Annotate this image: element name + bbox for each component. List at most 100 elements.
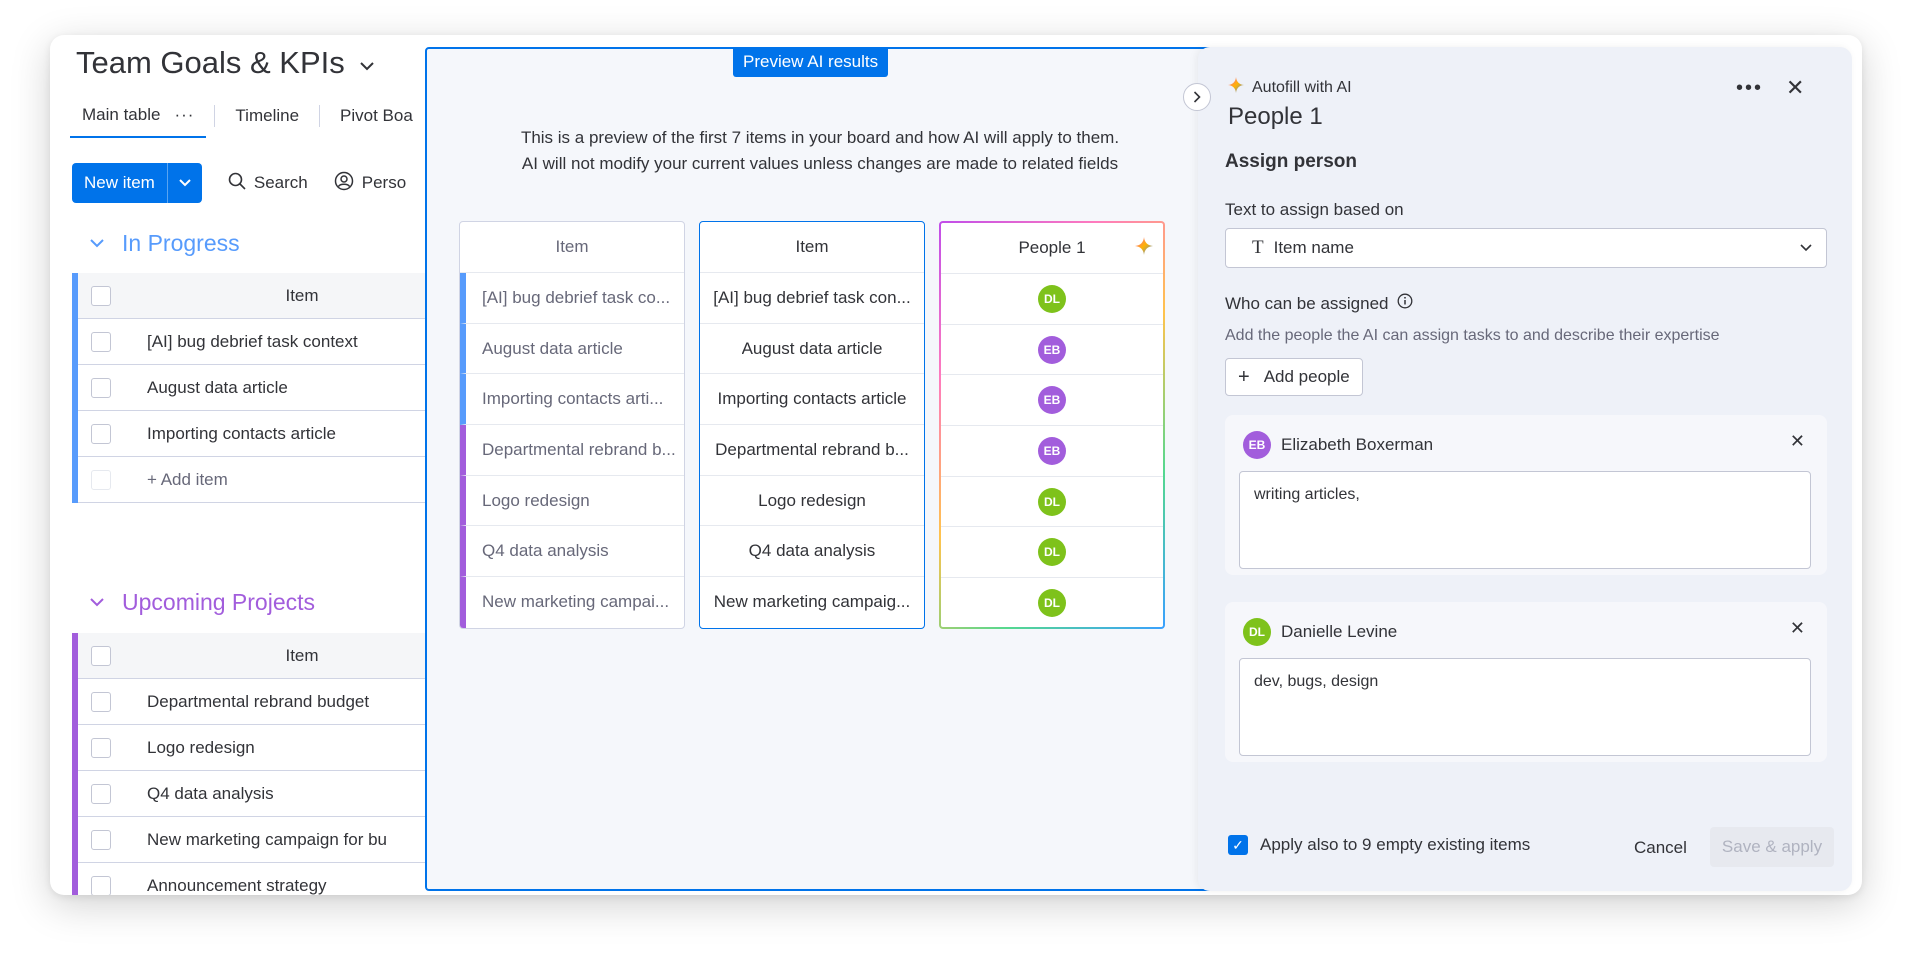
view-tabs: Main table ··· Timeline Pivot Boa [70,94,425,138]
preview-cell-text: [AI] bug debrief task con... [713,287,911,307]
row-checkbox[interactable] [91,737,111,758]
preview-cell-text: Importing contacts arti... [482,389,664,409]
row-checkbox[interactable] [91,423,111,444]
group-title: Upcoming Projects [122,589,316,615]
group-header-upcoming-projects[interactable]: Upcoming Projects [90,589,315,616]
preview-column-people: People 1 DL EB EB EB DL DL DL [939,221,1165,629]
chevron-down-icon[interactable] [90,594,104,611]
avatar: DL [1038,589,1066,618]
tab-pivot-board[interactable]: Pivot Boa [328,95,425,137]
select-all-checkbox[interactable] [91,285,111,306]
ai-sparkle-icon [1228,77,1244,98]
row-checkbox[interactable] [91,331,111,352]
person-card-header: EB Elizabeth Boxerman [1243,431,1433,459]
preview-column-header: People 1 [941,223,1163,274]
row-checkbox[interactable] [91,691,111,712]
avatar: EB [1038,335,1066,364]
preview-cell-text: Q4 data analysis [748,541,876,561]
board-title-text: Team Goals & KPIs [76,45,345,80]
row-checkbox[interactable] [91,875,111,895]
row-checkbox[interactable] [91,829,111,850]
person-filter-button[interactable]: Perso [334,171,406,196]
more-options-icon[interactable]: ••• [1736,77,1763,100]
tab-timeline[interactable]: Timeline [223,95,311,137]
preview-column-header: Item [700,222,924,273]
row-checkbox[interactable] [91,377,111,398]
text-to-assign-label-text: Text to assign based on [1225,200,1404,219]
ai-sparkle-icon [1135,237,1153,260]
item-name[interactable]: New marketing campaign for bu [147,830,387,850]
person-label: Perso [361,173,407,192]
search-button[interactable]: Search [228,172,308,195]
remove-person-icon[interactable]: ✕ [1790,618,1805,639]
preview-column-item: Item [AI] bug debrief task con... August… [699,221,925,629]
text-to-assign-label: Text to assign based on [1225,200,1404,220]
group-header-in-progress[interactable]: In Progress [90,230,240,257]
preview-cell-text: August data article [741,338,883,358]
who-can-be-assigned-text: Who can be assigned [1225,293,1389,313]
item-name[interactable]: Departmental rebrand budget [147,692,369,712]
preview-cell: [AI] bug debrief task con... [700,273,924,324]
group-title: In Progress [122,230,240,256]
avatar: EB [1243,431,1271,459]
preview-cell: DL [941,477,1163,528]
preview-cell-text: New marketing campaig... [713,592,911,612]
person-card-header: DL Danielle Levine [1243,618,1397,646]
cancel-button[interactable]: Cancel [1634,838,1687,858]
avatar: DL [1038,538,1066,567]
item-name[interactable]: Importing contacts article [147,424,336,444]
preview-badge: Preview AI results [733,47,889,77]
preview-cell: New marketing campai... [460,577,684,628]
item-name[interactable]: Q4 data analysis [147,784,274,804]
tab-timeline-label: Timeline [235,106,300,125]
expertise-textarea[interactable]: dev, bugs, design [1239,658,1811,756]
person-icon [334,171,354,196]
preview-cell-text: Q4 data analysis [482,541,609,561]
preview-cell-text: Departmental rebrand b... [715,439,909,459]
avatar: EB [1038,436,1066,465]
collapse-preview-button[interactable] [1183,83,1211,111]
search-icon [228,172,246,195]
preview-cell: August data article [700,324,924,375]
search-label: Search [253,173,308,192]
expertise-textarea[interactable]: writing articles, [1239,471,1811,569]
add-people-button[interactable]: + Add people [1225,358,1363,396]
new-item-label[interactable]: New item [72,163,167,203]
preview-description-line: This is a preview of the first 7 items i… [520,128,1120,147]
add-item-button[interactable]: + Add item [147,470,228,490]
info-icon[interactable] [1397,293,1413,314]
apply-also-option[interactable]: ✓ Apply also to 9 empty existing items [1228,835,1530,855]
chevron-down-icon[interactable] [359,55,375,76]
apply-also-checkbox[interactable]: ✓ [1228,835,1248,855]
preview-cell: Q4 data analysis [700,526,924,578]
item-name[interactable]: August data article [147,378,288,398]
preview-cell: EB [941,375,1163,427]
new-item-dropdown-icon[interactable] [166,163,202,203]
text-source-select[interactable]: T Item name [1225,228,1827,268]
preview-cell-text: [AI] bug debrief task co... [482,287,671,307]
tab-more-icon[interactable]: ··· [174,105,194,125]
avatar: DL [1038,284,1066,313]
preview-cell: Logo redesign [460,475,684,527]
item-name[interactable]: [AI] bug debrief task context [147,332,358,352]
save-apply-button[interactable]: Save & apply [1710,827,1834,867]
preview-description-line: AI will not modify your current values u… [521,154,1119,173]
preview-cell-text: Importing contacts article [717,389,907,409]
preview-column-header: Item [460,222,684,273]
row-checkbox[interactable] [91,783,111,804]
preview-cell-text: Logo redesign [758,490,866,510]
item-name[interactable]: Announcement strategy [147,876,327,896]
select-all-checkbox[interactable] [91,645,111,666]
preview-cell: Q4 data analysis [460,526,684,578]
board-title[interactable]: Team Goals & KPIs [76,45,375,81]
preview-cell: Importing contacts article [700,374,924,426]
text-source-value: Item name [1273,238,1354,257]
preview-cell: DL [941,578,1163,627]
item-name[interactable]: Logo redesign [147,738,255,758]
new-item-button[interactable]: New item [72,163,202,203]
remove-person-icon[interactable]: ✕ [1790,431,1805,452]
tab-main-table[interactable]: Main table ··· [70,94,207,138]
add-people-label: Add people [1263,367,1350,386]
chevron-down-icon[interactable] [90,235,104,252]
close-icon[interactable]: ✕ [1786,75,1804,101]
